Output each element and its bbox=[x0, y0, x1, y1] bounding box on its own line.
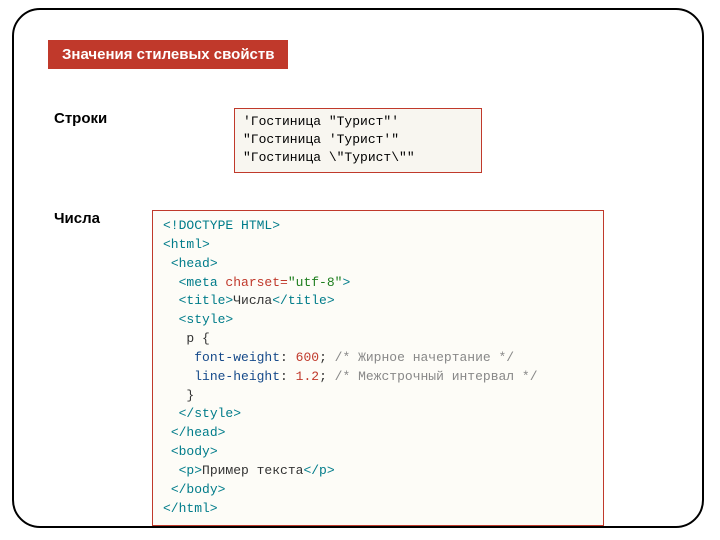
code-token: <body> bbox=[171, 444, 218, 459]
string-example-line: "Гостиница \"Турист\"" bbox=[243, 149, 473, 167]
code-token: p { bbox=[186, 331, 209, 346]
code-token: <p> bbox=[179, 463, 202, 478]
code-example-box: <!DOCTYPE HTML> <html> <head> <meta char… bbox=[152, 210, 604, 526]
code-token: } bbox=[186, 388, 194, 403]
code-token: <!DOCTYPE HTML> bbox=[163, 218, 280, 233]
string-example-line: 'Гостиница "Турист"' bbox=[243, 113, 473, 131]
code-token: <style> bbox=[179, 312, 234, 327]
code-token: > bbox=[342, 275, 350, 290]
code-token: <title> bbox=[179, 293, 234, 308]
code-token: font-weight bbox=[194, 350, 280, 365]
strings-example-box: 'Гостиница "Турист"' "Гостиница 'Турист'… bbox=[234, 108, 482, 173]
section-label-strings: Строки bbox=[54, 110, 107, 127]
section-label-numbers: Числа bbox=[54, 210, 100, 227]
code-token: <head> bbox=[171, 256, 218, 271]
code-token: Числа bbox=[233, 293, 272, 308]
code-token: 600 bbox=[296, 350, 319, 365]
slide-frame: Значения стилевых свойств Строки Числа '… bbox=[12, 8, 704, 528]
code-token: "utf-8" bbox=[288, 275, 343, 290]
code-token: : bbox=[280, 350, 296, 365]
code-token: </style> bbox=[179, 406, 241, 421]
code-token: </p> bbox=[303, 463, 334, 478]
code-token: /* Жирное начертание */ bbox=[327, 350, 514, 365]
string-example-line: "Гостиница 'Турист'" bbox=[243, 131, 473, 149]
code-token: Пример текста bbox=[202, 463, 303, 478]
slide-title-badge: Значения стилевых свойств bbox=[48, 40, 288, 69]
code-token: 1.2 bbox=[296, 369, 319, 384]
code-token: </html> bbox=[163, 501, 218, 516]
code-token: <html> bbox=[163, 237, 210, 252]
code-token: charset= bbox=[218, 275, 288, 290]
code-token: : bbox=[280, 369, 296, 384]
code-token: /* Межстрочный интервал */ bbox=[327, 369, 538, 384]
code-token: </head> bbox=[171, 425, 226, 440]
code-token: </title> bbox=[272, 293, 334, 308]
code-token: ; bbox=[319, 369, 327, 384]
code-token: </body> bbox=[171, 482, 226, 497]
code-token: ; bbox=[319, 350, 327, 365]
slide-title: Значения стилевых свойств bbox=[62, 46, 274, 63]
code-token: line-height bbox=[194, 369, 280, 384]
code-token: <meta bbox=[179, 275, 218, 290]
